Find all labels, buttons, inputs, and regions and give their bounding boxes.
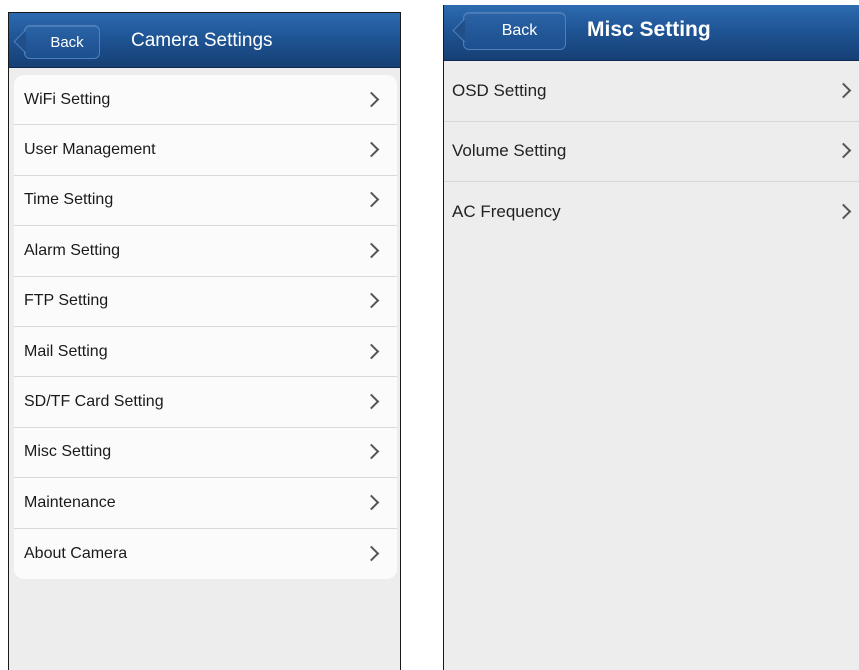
back-button[interactable]: Back [24,25,100,59]
chevron-right-icon [835,142,852,159]
list-item-time-setting[interactable]: Time Setting [14,176,397,227]
list-item-about-camera[interactable]: About Camera [14,529,397,579]
list-item-sd-tf-card-setting[interactable]: SD/TF Card Setting [14,377,397,428]
list-item-label: Volume Setting [452,141,567,161]
chevron-right-icon [363,242,380,259]
chevron-right-icon [363,393,380,410]
list-item-label: Time Setting [24,191,114,209]
list-item-label: Alarm Setting [24,241,121,259]
list-item-label: User Management [24,141,156,159]
list-item-label: OSD Setting [452,80,547,100]
list-item-ac-frequency[interactable]: AC Frequency [444,182,859,243]
list-item-label: About Camera [24,544,128,562]
list-item-label: FTP Setting [24,292,109,310]
list-item-label: Maintenance [24,493,116,511]
chevron-right-icon [363,91,380,107]
chevron-right-icon [835,82,852,99]
chevron-right-icon [363,292,380,309]
list-item-volume-setting[interactable]: Volume Setting [444,122,859,182]
chevron-right-icon [835,203,852,220]
list-item-mail-setting[interactable]: Mail Setting [14,327,397,378]
navigation-bar: Back Misc Setting [444,5,859,61]
list-item-label: AC Frequency [452,202,561,222]
navigation-bar: Back Camera Settings [9,13,400,68]
chevron-right-icon [363,141,380,158]
back-button-label: Back [501,22,538,39]
list-item-label: Mail Setting [24,342,108,360]
list-item-alarm-setting[interactable]: Alarm Setting [14,226,397,277]
list-item-maintenance[interactable]: Maintenance [14,478,397,529]
settings-list: WiFi Setting User Management Time Settin… [14,75,397,579]
list-item-user-management[interactable]: User Management [14,125,397,176]
list-item-wifi-setting[interactable]: WiFi Setting [14,75,397,126]
page-title: Misc Setting [587,18,711,41]
page-title: Camera Settings [131,30,273,51]
back-button-label: Back [50,33,84,51]
misc-settings-list: OSD Setting Volume Setting AC Frequency [444,61,859,243]
list-item-ftp-setting[interactable]: FTP Setting [14,277,397,327]
camera-settings-screen: Back Camera Settings WiFi Setting User M… [8,12,401,670]
list-item-label: WiFi Setting [24,90,111,108]
list-item-osd-setting[interactable]: OSD Setting [444,61,859,122]
chevron-right-icon [363,494,380,511]
list-item-label: Misc Setting [24,443,112,461]
list-item-label: SD/TF Card Setting [24,393,164,411]
chevron-right-icon [363,192,380,208]
chevron-right-icon [363,343,380,359]
chevron-right-icon [363,444,380,460]
back-button[interactable]: Back [463,12,566,50]
chevron-right-icon [363,545,380,561]
misc-setting-screen: Back Misc Setting OSD Setting Volume Set… [443,5,859,670]
list-item-misc-setting[interactable]: Misc Setting [14,428,397,479]
